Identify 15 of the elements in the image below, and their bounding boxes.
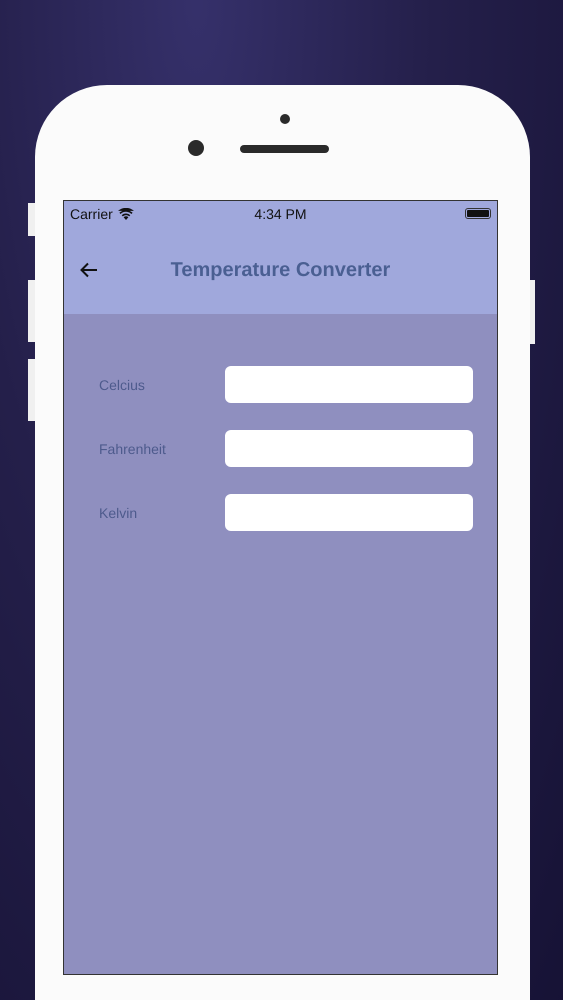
input-field[interactable] (224, 430, 473, 467)
camera-icon (188, 140, 204, 156)
input-field[interactable] (224, 366, 473, 403)
field-label: Celcius (99, 376, 146, 392)
sensor-icon (280, 114, 290, 124)
field-label: Fahrenheit (99, 440, 167, 456)
speaker-icon (240, 145, 329, 153)
carrier-label: Carrier (70, 206, 113, 222)
battery-icon (465, 208, 491, 219)
wifi-icon (118, 208, 134, 220)
back-button[interactable] (80, 262, 98, 278)
screen-title: Temperature Converter (170, 258, 390, 280)
field-label: Kelvin (99, 504, 138, 520)
input-field[interactable] (224, 494, 473, 531)
status-time: 4:34 PM (254, 206, 307, 222)
